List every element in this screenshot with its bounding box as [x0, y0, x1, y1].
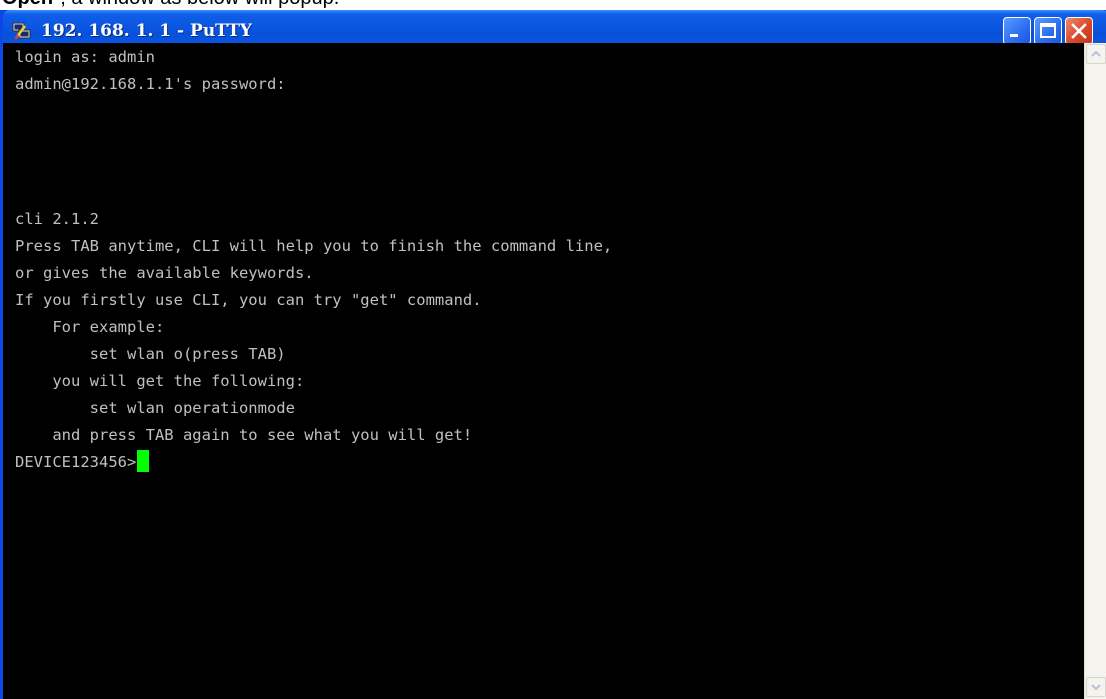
- putty-icon[interactable]: [11, 20, 33, 42]
- terminal-line: For example:: [15, 318, 165, 336]
- close-icon: [1071, 23, 1087, 39]
- caption-bold: Open: [2, 0, 53, 9]
- scroll-down-button[interactable]: [1086, 677, 1106, 697]
- scroll-up-arrow-icon: [1091, 50, 1101, 57]
- vertical-scrollbar[interactable]: [1084, 43, 1106, 699]
- maximize-icon: [1040, 23, 1056, 38]
- screenshot: Open", a window as below will popup. 192…: [0, 0, 1106, 699]
- scroll-down-arrow-icon: [1091, 684, 1101, 691]
- minimize-button[interactable]: [1003, 17, 1031, 45]
- prompt-line[interactable]: DEVICE123456>: [15, 449, 150, 476]
- terminal-line: set wlan o(press TAB): [15, 345, 286, 363]
- minimize-icon: [1010, 34, 1018, 37]
- caption-text: Open", a window as below will popup.: [2, 0, 339, 10]
- terminal-screen[interactable]: login as: admin admin@192.168.1.1's pass…: [3, 43, 1084, 699]
- terminal-line: or gives the available keywords.: [15, 264, 314, 282]
- terminal-line: you will get the following:: [15, 372, 305, 390]
- scroll-up-button[interactable]: [1086, 44, 1106, 64]
- terminal-line: set wlan operationmode: [15, 399, 295, 417]
- terminal-line: login as: admin: [15, 48, 155, 66]
- maximize-button[interactable]: [1034, 17, 1062, 45]
- terminal-line: admin@192.168.1.1's password:: [15, 75, 286, 93]
- terminal-line: Press TAB anytime, CLI will help you to …: [15, 237, 613, 255]
- command-prompt: DEVICE123456>: [15, 453, 137, 471]
- terminal-line: If you firstly use CLI, you can try "get…: [15, 291, 482, 309]
- close-button[interactable]: [1065, 17, 1093, 45]
- window-title: 192. 168. 1. 1 - PuTTY: [41, 21, 253, 41]
- caption-rest: ", a window as below will popup.: [53, 0, 339, 9]
- text-cursor: [137, 450, 150, 472]
- terminal-line: and press TAB again to see what you will…: [15, 426, 473, 444]
- terminal-line: cli 2.1.2: [15, 210, 99, 228]
